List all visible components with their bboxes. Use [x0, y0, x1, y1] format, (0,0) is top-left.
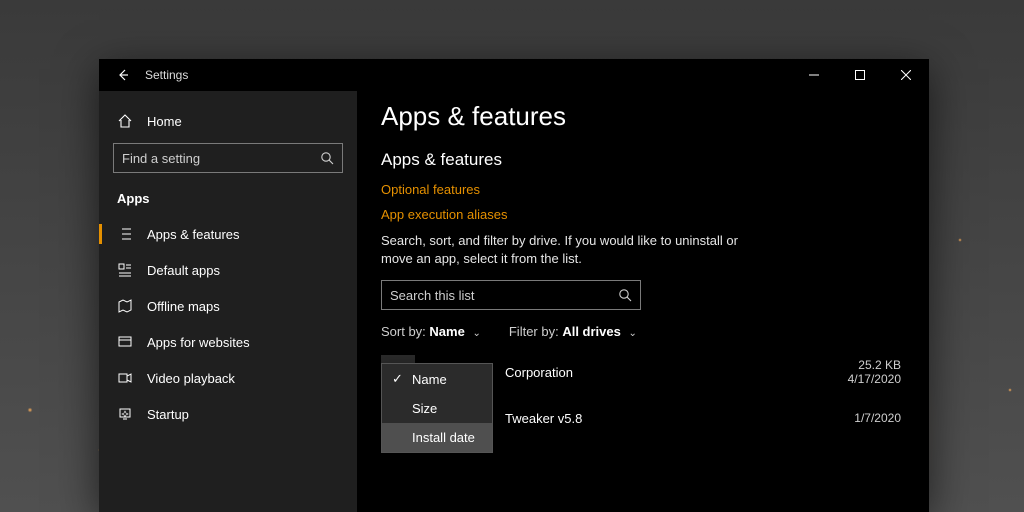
find-setting-input[interactable]: Find a setting — [113, 143, 343, 173]
settings-window: Settings Home Find a setting Apps — [99, 59, 929, 512]
filter-label: Filter by: — [509, 324, 559, 339]
list-icon — [117, 226, 133, 242]
defaults-icon — [117, 262, 133, 278]
sidebar-item-default-apps[interactable]: Default apps — [99, 252, 357, 288]
maximize-icon — [855, 70, 865, 80]
sort-label: Sort by: — [381, 324, 426, 339]
sort-option-install-date[interactable]: Install date — [382, 423, 492, 452]
sidebar-item-label: Video playback — [147, 371, 235, 386]
map-icon — [117, 298, 133, 314]
link-optional-features[interactable]: Optional features — [381, 182, 901, 197]
close-icon — [901, 70, 911, 80]
page-title: Apps & features — [381, 101, 901, 132]
sidebar-item-apps-websites[interactable]: Apps for websites — [99, 324, 357, 360]
section-description: Search, sort, and filter by drive. If yo… — [381, 232, 761, 268]
app-date: 1/7/2020 — [854, 411, 901, 425]
app-publisher: Tweaker v5.8 — [505, 411, 854, 426]
app-publisher: Corporation — [505, 365, 848, 380]
video-icon — [117, 370, 133, 386]
search-icon — [618, 288, 632, 302]
sidebar-home[interactable]: Home — [99, 105, 357, 143]
sidebar-item-label: Apps for websites — [147, 335, 250, 350]
arrow-left-icon — [116, 68, 130, 82]
filter-value: All drives — [562, 324, 621, 339]
sort-options-menu: ✓ Name Size Install date — [381, 363, 493, 453]
search-list-input[interactable]: Search this list — [381, 280, 641, 310]
filter-by-dropdown[interactable]: Filter by: All drives ⌄ — [509, 324, 637, 339]
maximize-button[interactable] — [837, 59, 883, 91]
app-date: 4/17/2020 — [848, 372, 901, 386]
sidebar-item-label: Default apps — [147, 263, 220, 278]
sidebar-item-video-playback[interactable]: Video playback — [99, 360, 357, 396]
section-heading: Apps & features — [381, 150, 901, 170]
sidebar-item-apps-features[interactable]: Apps & features — [99, 216, 357, 252]
chevron-down-icon: ⌄ — [628, 328, 636, 339]
sidebar-item-label: Startup — [147, 407, 189, 422]
sidebar: Home Find a setting Apps Apps & features… — [99, 91, 357, 512]
close-button[interactable] — [883, 59, 929, 91]
minimize-icon — [809, 70, 819, 80]
window-title: Settings — [145, 68, 188, 82]
back-button[interactable] — [107, 59, 139, 91]
search-icon — [320, 151, 334, 165]
link-app-execution-aliases[interactable]: App execution aliases — [381, 207, 901, 222]
sidebar-item-label: Offline maps — [147, 299, 220, 314]
chevron-down-icon: ⌄ — [472, 328, 480, 339]
search-list-placeholder: Search this list — [390, 288, 618, 303]
sort-option-name[interactable]: ✓ Name — [382, 364, 492, 394]
find-setting-placeholder: Find a setting — [122, 151, 320, 166]
websites-icon — [117, 334, 133, 350]
main-content: Apps & features Apps & features Optional… — [357, 91, 929, 512]
startup-icon — [117, 406, 133, 422]
app-size: 25.2 KB — [848, 358, 901, 372]
home-icon — [117, 113, 133, 129]
sidebar-item-label: Apps & features — [147, 227, 240, 242]
sort-value: Name — [429, 324, 464, 339]
sidebar-section-apps: Apps — [99, 185, 357, 216]
sidebar-home-label: Home — [147, 114, 182, 129]
sort-option-label: Size — [412, 401, 437, 416]
sort-option-label: Name — [412, 372, 447, 387]
sidebar-item-startup[interactable]: Startup — [99, 396, 357, 432]
titlebar: Settings — [99, 59, 929, 91]
sort-by-dropdown[interactable]: Sort by: Name ⌄ — [381, 324, 481, 339]
minimize-button[interactable] — [791, 59, 837, 91]
sidebar-item-offline-maps[interactable]: Offline maps — [99, 288, 357, 324]
sort-option-label: Install date — [412, 430, 475, 445]
sort-option-size[interactable]: Size — [382, 394, 492, 423]
check-icon: ✓ — [392, 371, 404, 387]
